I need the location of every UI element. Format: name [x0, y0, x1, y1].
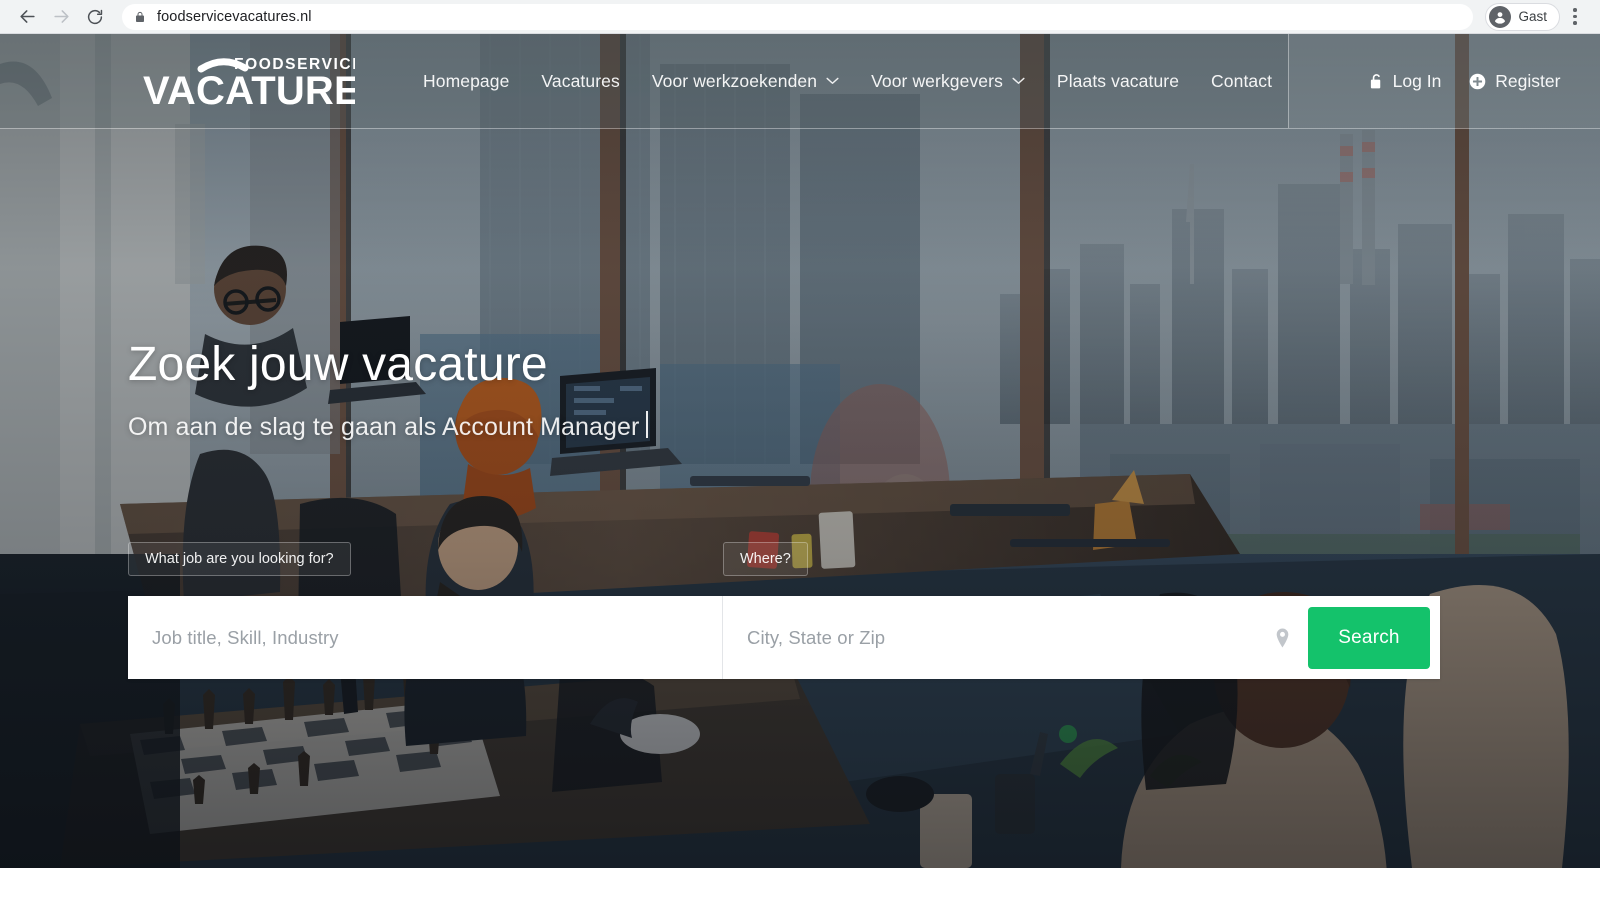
browser-toolbar: foodservicevacatures.nl Gast — [0, 0, 1600, 34]
arrow-right-icon — [53, 10, 69, 23]
kebab-menu-icon — [1573, 8, 1577, 12]
nav-label: Voor werkzoekenden — [651, 70, 818, 91]
profile-name: Gast — [1518, 9, 1547, 24]
lock-icon — [134, 10, 146, 24]
hero-overlay-tint — [0, 34, 1600, 868]
job-search-placeholder: Job title, Skill, Industry — [152, 626, 339, 648]
back-button[interactable] — [10, 0, 44, 34]
nav-label: Voor werkgevers — [871, 70, 1003, 91]
nav-label: Vacatures — [541, 70, 620, 91]
profile-button[interactable]: Gast — [1485, 2, 1560, 31]
nav-item-contact[interactable]: Contact — [1195, 71, 1288, 92]
job-search-field[interactable]: Job title, Skill, Industry — [128, 596, 722, 679]
reload-button[interactable] — [78, 0, 112, 34]
nav-item-homepage[interactable]: Homepage — [407, 71, 525, 92]
hero-copy: Zoek jouw vacature Om aan de slag te gaa… — [128, 338, 649, 442]
hero-subtitle: Om aan de slag te gaan als Account Manag… — [128, 412, 640, 441]
plus-circle-icon — [1469, 73, 1486, 90]
svg-text:VACATURES: VACATURES — [143, 69, 355, 110]
chevron-down-icon — [826, 77, 839, 85]
nav-item-voor-werkgevers[interactable]: Voor werkgevers — [855, 71, 1041, 92]
search-field-labels: What job are you looking for? Where? — [128, 542, 1440, 576]
nav-label: Contact — [1211, 70, 1273, 91]
typing-caret — [646, 410, 649, 438]
auth-links: Log In Register — [1369, 70, 1560, 92]
browser-menu-button[interactable] — [1560, 0, 1590, 34]
nav-label: Homepage — [423, 70, 510, 91]
map-pin-icon[interactable] — [1275, 628, 1290, 648]
page-body-below-hero — [0, 868, 1600, 900]
search-button-wrapper: Search — [1308, 596, 1440, 679]
job-search-form: Job title, Skill, Industry City, State o… — [128, 596, 1440, 679]
nav-label: Plaats vacature — [1056, 70, 1180, 91]
forward-button[interactable] — [44, 0, 78, 34]
main-navigation: Homepage Vacatures Voor werkzoekenden Vo… — [407, 71, 1288, 92]
chevron-down-icon — [1012, 77, 1025, 85]
location-search-placeholder: City, State or Zip — [747, 626, 886, 648]
site-logo[interactable]: FOODSERVICE VACATURES FOODSERVICE VACATU… — [143, 52, 355, 110]
account-circle-icon — [1489, 5, 1512, 28]
nav-item-plaats-vacature[interactable]: Plaats vacature — [1041, 71, 1195, 92]
log-in-link[interactable]: Log In — [1369, 70, 1442, 92]
register-link[interactable]: Register — [1469, 71, 1560, 92]
log-in-label: Log In — [1392, 70, 1442, 91]
job-field-label: What job are you looking for? — [128, 542, 351, 576]
nav-item-vacatures[interactable]: Vacatures — [525, 71, 635, 92]
header-auth-section: Log In Register — [1288, 34, 1600, 128]
reload-icon — [87, 9, 103, 24]
where-field-label: Where? — [723, 542, 808, 576]
unlock-icon — [1369, 73, 1384, 90]
hero-section: FOODSERVICE VACATURES FOODSERVICE VACATU… — [0, 34, 1600, 868]
arrow-left-icon — [19, 10, 35, 23]
search-button[interactable]: Search — [1308, 606, 1430, 669]
site-header: FOODSERVICE VACATURES FOODSERVICE VACATU… — [0, 34, 1600, 129]
address-bar[interactable]: foodservicevacatures.nl — [122, 3, 1474, 30]
page-title: Zoek jouw vacature — [128, 338, 548, 391]
hero-subtitle-row: Om aan de slag te gaan als Account Manag… — [128, 408, 649, 442]
url-text: foodservicevacatures.nl — [157, 8, 312, 25]
register-label: Register — [1495, 70, 1561, 91]
header-left-section: FOODSERVICE VACATURES FOODSERVICE VACATU… — [0, 34, 1289, 128]
nav-item-voor-werkzoekenden[interactable]: Voor werkzoekenden — [636, 71, 855, 92]
location-search-field[interactable]: City, State or Zip — [722, 596, 1308, 679]
